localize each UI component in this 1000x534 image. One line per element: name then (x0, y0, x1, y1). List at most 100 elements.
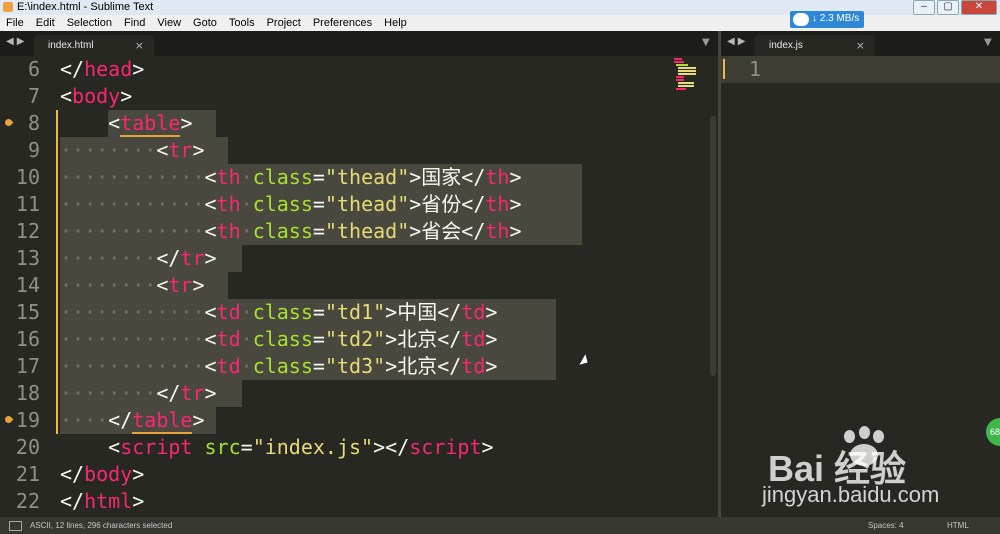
code-token: >北京</ (385, 327, 462, 351)
code-line[interactable]: 21 </body> (0, 461, 718, 488)
code-token: td (461, 300, 486, 324)
menu-file[interactable]: File (0, 15, 30, 31)
code-token: "thead" (324, 192, 410, 216)
code-token: > (192, 408, 205, 432)
line-number: 13 (15, 246, 40, 270)
code-token: < (60, 84, 73, 108)
code-token: · (240, 300, 253, 324)
line-number: 7 (27, 84, 40, 108)
code-text: ············<th·class="thead">省份</th> (60, 191, 522, 218)
code-token: = (312, 192, 325, 216)
network-speed-badge[interactable]: ↓ 2.3 MB/s (790, 11, 864, 28)
code-line[interactable]: 18 ········</tr> (0, 380, 718, 407)
code-token: body (72, 84, 121, 108)
code-line[interactable]: 10 ············<th·class="thead">国家</th> (0, 164, 718, 191)
line-number: 21 (15, 462, 40, 486)
tab-close-icon[interactable]: × (135, 39, 144, 52)
code-text: <script src="index.js"></script> (60, 434, 494, 461)
code-line[interactable]: 11 ············<th·class="thead">省份</th> (0, 191, 718, 218)
code-line[interactable]: 7 <body> (0, 83, 718, 110)
code-token: > (481, 435, 494, 459)
tab-index-html[interactable]: index.html × (34, 35, 154, 56)
code-token: = (312, 300, 325, 324)
code-token: > (485, 300, 498, 324)
line-number: 15 (15, 300, 40, 324)
code-text: ········</tr> (60, 380, 217, 407)
tab-dropdown-icon[interactable]: ▼ (984, 37, 992, 48)
code-token: > (132, 489, 145, 513)
code-token: th (216, 192, 241, 216)
menu-view[interactable]: View (151, 15, 187, 31)
menu-edit[interactable]: Edit (30, 15, 61, 31)
status-syntax[interactable]: HTML (947, 521, 969, 530)
menu-help[interactable]: Help (378, 15, 413, 31)
code-token: table (132, 408, 193, 434)
code-token: class (252, 192, 313, 216)
code-line[interactable]: 16 ············<td·class="td2">北京</td> (0, 326, 718, 353)
selection-rail (56, 164, 58, 191)
tab-dropdown-icon[interactable]: ▼ (702, 37, 710, 48)
code-text: ········<tr> (60, 137, 205, 164)
tab-nav-arrows-icon[interactable]: ◀▶ (6, 36, 27, 47)
code-token: > (485, 354, 498, 378)
code-line[interactable]: 8 <table> (0, 110, 718, 137)
code-token: "thead" (324, 219, 410, 243)
minimap[interactable] (672, 58, 702, 92)
code-line[interactable]: 9 ········<tr> (0, 137, 718, 164)
code-line[interactable]: 6 </head> (0, 56, 718, 83)
code-token: ········ (60, 138, 157, 162)
code-token: < (204, 354, 217, 378)
tab-nav-arrows-icon[interactable]: ◀▶ (727, 36, 748, 47)
menu-goto[interactable]: Goto (187, 15, 223, 31)
code-token: · (240, 165, 253, 189)
menu-preferences[interactable]: Preferences (307, 15, 378, 31)
vertical-scrollbar[interactable] (710, 116, 716, 376)
code-token: > (192, 273, 205, 297)
code-line[interactable]: 17 ············<td·class="td3">北京</td> (0, 353, 718, 380)
tab-index-js[interactable]: index.js × (755, 35, 875, 56)
code-token: > (120, 84, 133, 108)
code-token: > (132, 57, 145, 81)
menu-tools[interactable]: Tools (223, 15, 261, 31)
panel-toggle-icon[interactable] (9, 521, 22, 531)
selection-rail (56, 272, 58, 299)
code-token: > (192, 138, 205, 162)
line-number: 9 (27, 138, 40, 162)
code-token: td (216, 354, 241, 378)
line-number: 8 (27, 111, 40, 135)
code-token: class (252, 300, 313, 324)
menu-project[interactable]: Project (261, 15, 307, 31)
close-button[interactable]: ✕ (961, 0, 997, 15)
code-editor-left[interactable]: 22 </html> 21 </body> 20 <script src="index.… (0, 56, 718, 517)
code-line[interactable]: 13 ········</tr> (0, 245, 718, 272)
menu-find[interactable]: Find (118, 15, 151, 31)
code-token: < (204, 165, 217, 189)
code-line[interactable]: 22 </html> (0, 488, 718, 515)
selection-rail (56, 245, 58, 272)
code-line[interactable]: 19 ····</table> (0, 407, 718, 434)
code-token: head (84, 57, 133, 81)
code-token: "index.js" (252, 435, 374, 459)
tab-bar-right: ◀▶ index.js × ▼ (721, 31, 1000, 56)
code-token: "td2" (324, 327, 386, 351)
code-text: </html> (60, 488, 144, 515)
code-token: > (509, 165, 522, 189)
code-token: >中国</ (385, 300, 462, 324)
code-line[interactable]: 14 ········<tr> (0, 272, 718, 299)
code-text: ············<th·class="thead">国家</th> (60, 164, 522, 191)
status-indentation[interactable]: Spaces: 4 (868, 521, 904, 530)
code-token: · (240, 219, 253, 243)
code-line[interactable]: 12 ············<th·class="thead">省会</th> (0, 218, 718, 245)
tab-close-icon[interactable]: × (856, 39, 865, 52)
line-number: 10 (15, 165, 40, 189)
minimize-button[interactable]: – (913, 0, 935, 15)
menu-selection[interactable]: Selection (61, 15, 118, 31)
code-line[interactable]: 15 ············<td·class="td1">中国</td> (0, 299, 718, 326)
code-line[interactable]: 20 <script src="index.js"></script> (0, 434, 718, 461)
code-token: script (409, 435, 482, 459)
code-text: ········<tr> (60, 272, 205, 299)
code-token: body (84, 462, 133, 486)
maximize-button[interactable]: ▢ (937, 0, 959, 15)
